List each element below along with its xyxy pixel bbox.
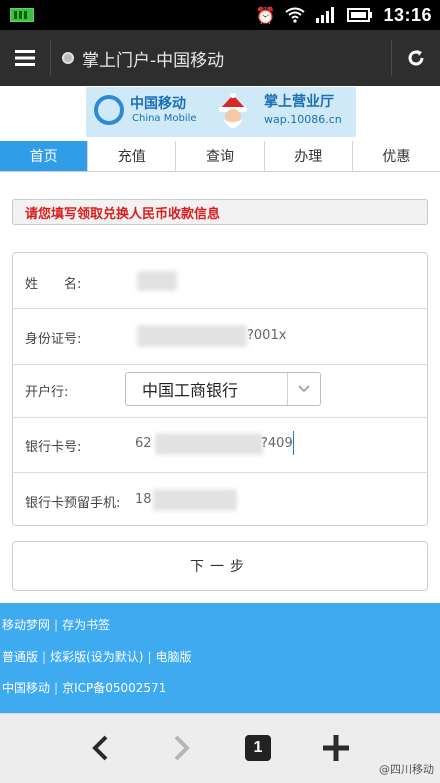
id-value-blurred[interactable] [137, 325, 247, 347]
chevron-down-icon [287, 373, 320, 405]
id-value-visible: ?001x [247, 328, 287, 343]
mobile-hall-title: 掌上营业厅 [264, 94, 334, 110]
reload-button[interactable] [392, 30, 440, 86]
notice-banner: 请您填写领取兑换人民币收款信息 [12, 199, 428, 225]
name-row[interactable]: 姓 名: [13, 253, 427, 309]
china-mobile-link[interactable]: 中国移动 [2, 679, 50, 696]
footer-line-1: 移动梦网 | 存为书签 [2, 616, 111, 633]
notification-icon [10, 8, 34, 22]
tab-query[interactable]: 查询 [176, 141, 265, 171]
icp-number: 京ICP备05002571 [62, 681, 167, 695]
footer: 移动梦网 | 存为书签 普通版 | 炫彩版(设为默认) | 电脑版 中国移动 | 京IC… [0, 603, 440, 713]
text-cursor [293, 431, 294, 455]
china-mobile-banner[interactable]: 中国移动 China Mobile 掌上营业厅 wap.10086.cn [86, 87, 356, 137]
phone-prefix: 18 [135, 492, 152, 507]
payment-info-form: 姓 名: 身份证号: ?001x 开户行: 中国工商银行 银行卡号: 62 ?4… [12, 252, 428, 526]
phone-value-blurred[interactable] [153, 489, 237, 511]
plus-icon [323, 735, 349, 761]
wifi-icon [285, 7, 306, 23]
phone-label: 银行卡预留手机: [25, 496, 121, 511]
watermark: @四川移动 [379, 763, 434, 776]
bank-selected-value: 中国工商银行 [142, 381, 239, 400]
standard-version-link[interactable]: 普通版 [2, 648, 38, 665]
bank-select[interactable]: 中国工商银行 [125, 372, 321, 406]
browser-toolbar: 1 @四川移动 [0, 713, 440, 783]
phone-row[interactable]: 银行卡预留手机: 18 [13, 472, 427, 526]
tab-home[interactable]: 首页 [0, 141, 89, 171]
back-button[interactable] [80, 728, 120, 768]
alarm-icon: ⏰ [255, 5, 276, 25]
tab-recharge[interactable]: 充值 [88, 141, 177, 171]
card-row[interactable]: 银行卡号: 62 ?409 [13, 417, 427, 473]
tab-services[interactable]: 办理 [264, 141, 353, 171]
clock: 13:16 [383, 4, 432, 25]
santa-icon [219, 93, 247, 128]
brand-name-cn: 中国移动 [130, 96, 186, 112]
nav-tabs: 首页 充值 查询 办理 优惠 [0, 141, 440, 172]
china-mobile-logo-icon [94, 95, 124, 125]
next-step-button[interactable]: 下一步 [12, 541, 428, 591]
tab-count: 1 [245, 735, 271, 761]
status-icons: ⏰ 13:16 [256, 4, 432, 26]
hamburger-icon [15, 50, 35, 66]
browser-address-bar: 掌上门户-中国移动 [0, 30, 440, 86]
forward-arrow-icon [174, 735, 190, 761]
mobile-monternet-link[interactable]: 移动梦网 [2, 616, 50, 633]
pc-version-link[interactable]: 电脑版 [155, 648, 191, 665]
forward-button[interactable] [162, 728, 202, 768]
site-address: wap.10086.cn [264, 113, 342, 126]
site-icon [62, 52, 74, 64]
bookmark-link[interactable]: 存为书签 [62, 616, 110, 633]
menu-button[interactable] [0, 30, 50, 86]
footer-line-3: 中国移动 | 京ICP备05002571 [2, 679, 167, 696]
card-label: 银行卡号: [25, 440, 82, 455]
tabs-button[interactable]: 1 [238, 728, 278, 768]
brand-name-en: China Mobile [132, 113, 197, 124]
id-label: 身份证号: [25, 332, 82, 347]
card-prefix: 62 [135, 436, 152, 451]
divider [50, 40, 51, 76]
tab-offers[interactable]: 优惠 [352, 141, 440, 171]
card-suffix: ?409 [261, 436, 293, 451]
color-version-link[interactable]: 炫彩版(设为默认) [50, 648, 143, 665]
back-arrow-icon [92, 735, 108, 761]
battery-icon [347, 8, 373, 22]
name-value-blurred[interactable] [137, 271, 177, 291]
bank-label: 开户行: [25, 385, 69, 400]
id-row[interactable]: 身份证号: ?001x [13, 308, 427, 365]
status-bar: ⏰ 13:16 [0, 0, 440, 30]
signal-icon [316, 7, 335, 23]
reload-icon [408, 50, 424, 66]
name-label: 姓 名: [25, 277, 82, 292]
address-field[interactable]: 掌上门户-中国移动 [62, 30, 224, 86]
page-title: 掌上门户-中国移动 [82, 50, 225, 71]
footer-line-2: 普通版 | 炫彩版(设为默认) | 电脑版 [2, 648, 192, 665]
new-tab-button[interactable] [316, 728, 356, 768]
card-value-blurred[interactable] [155, 433, 263, 455]
